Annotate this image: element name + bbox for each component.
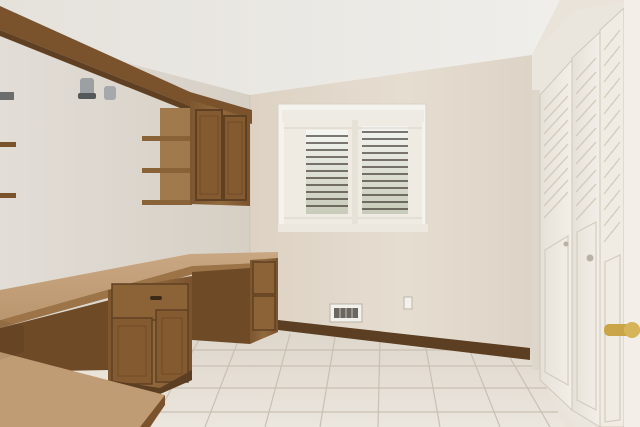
closet-knob-center[interactable] xyxy=(586,254,594,262)
window xyxy=(277,103,428,232)
door-handle[interactable] xyxy=(604,322,640,338)
upper-cabinet-door-right[interactable] xyxy=(223,115,247,201)
desk-cabinet-door-right[interactable] xyxy=(155,309,189,383)
closet-knob-left[interactable] xyxy=(563,241,569,247)
upper-cabinet xyxy=(190,100,250,206)
room-illustration xyxy=(0,0,640,427)
desk-drawer-lower[interactable] xyxy=(252,295,276,331)
desk-drawer-upper[interactable] xyxy=(252,261,276,295)
wall-outlet xyxy=(403,296,413,310)
closet xyxy=(532,0,640,427)
room-photo xyxy=(0,0,640,427)
floor-vent xyxy=(329,303,363,323)
